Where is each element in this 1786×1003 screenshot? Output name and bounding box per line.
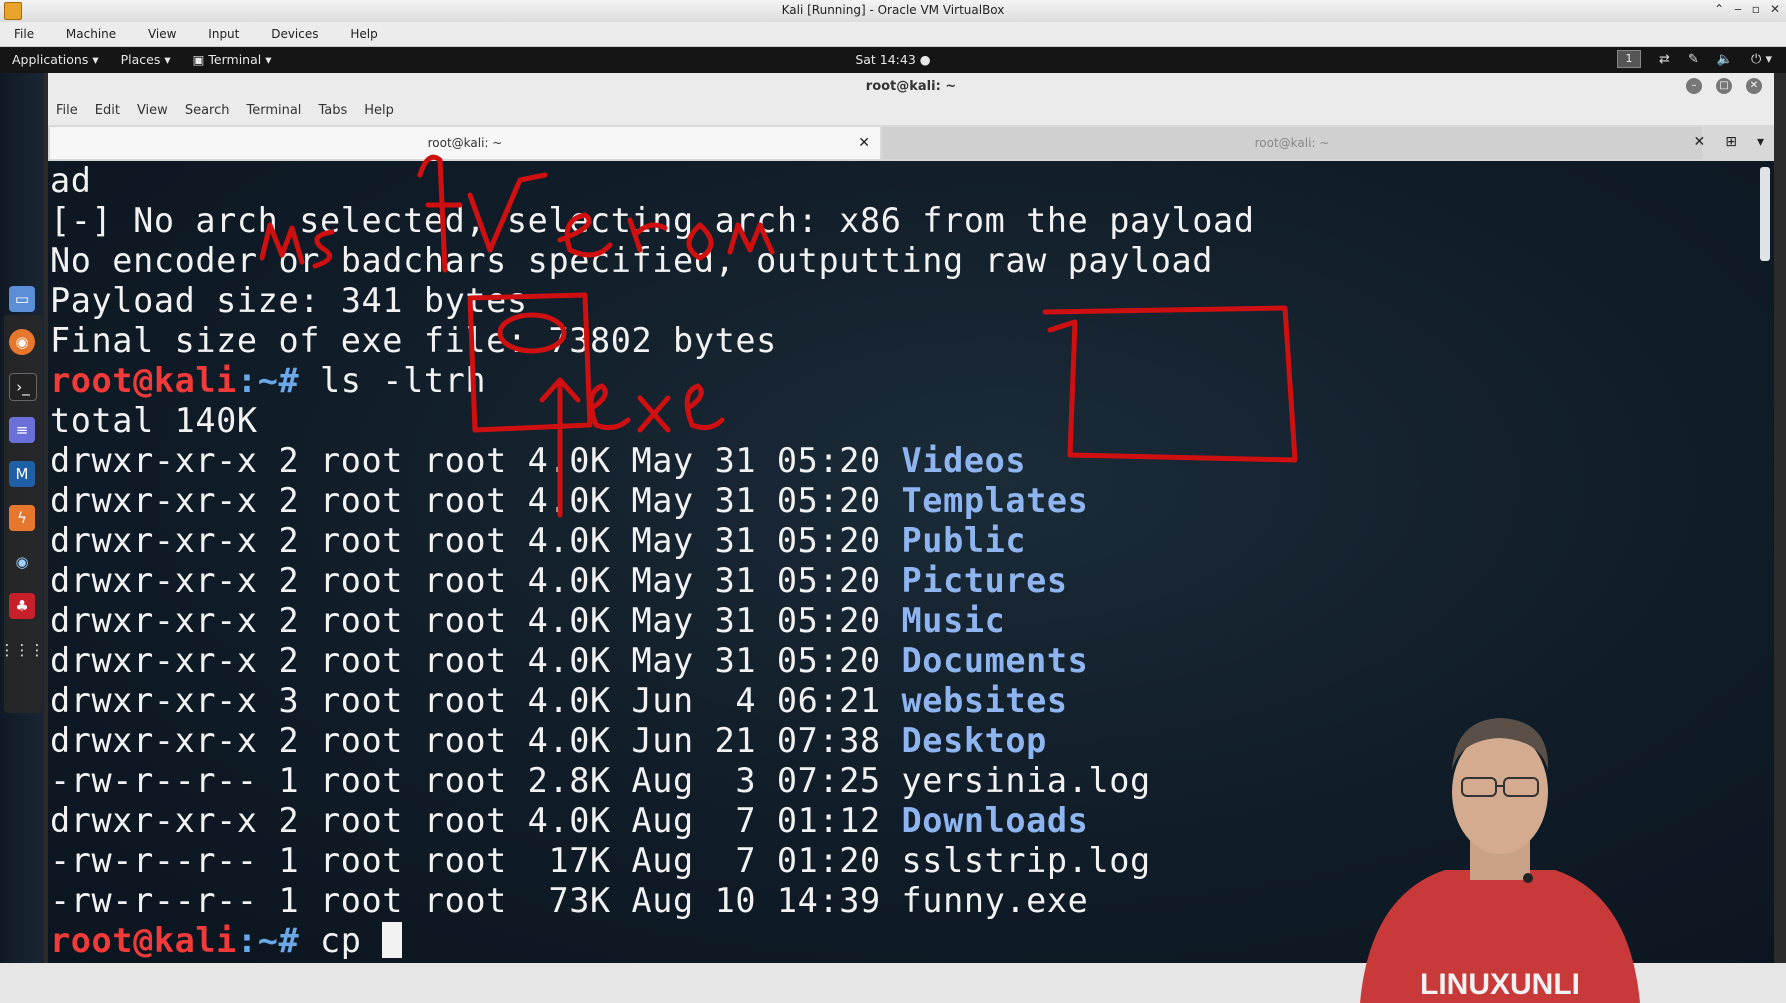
power-icon[interactable]: ⏻ ▾	[1751, 52, 1772, 67]
tab-active[interactable]: root@kali: ~ ✕	[50, 127, 880, 159]
menu-help[interactable]: Help	[350, 27, 377, 41]
listing-row: drwxr-xr-x 3 root root 4.0K Jun 4 06:21 …	[50, 681, 1068, 720]
maximize-icon[interactable]: □	[1716, 78, 1732, 94]
term-menu-file[interactable]: File	[56, 103, 78, 118]
workspace-indicator[interactable]: 1	[1617, 50, 1642, 68]
text-cursor	[382, 922, 403, 958]
output-line: ad	[50, 161, 92, 200]
maximize-icon[interactable]: ▫	[1752, 2, 1760, 16]
listing-row: drwxr-xr-x 2 root root 4.0K May 31 05:20…	[50, 481, 1089, 520]
prompt-path: :~#	[236, 921, 300, 960]
firefox-icon[interactable]: ◉	[9, 329, 35, 355]
metasploit-icon[interactable]: M	[9, 461, 35, 487]
output-line: [-] No arch selected, selecting arch: x8…	[50, 201, 1255, 240]
term-menu-view[interactable]: View	[137, 103, 168, 118]
output-line: No encoder or badchars specified, output…	[50, 241, 1214, 280]
menu-machine[interactable]: Machine	[66, 27, 116, 41]
minimize-icon[interactable]: ‒	[1734, 2, 1742, 16]
window-title: Kali [Running] - Oracle VM VirtualBox	[781, 3, 1005, 17]
listing-row: -rw-r--r-- 1 root root 73K Aug 10 14:39 …	[50, 881, 1089, 920]
close-icon[interactable]: ✕	[1770, 2, 1780, 16]
output-line: Payload size: 341 bytes	[50, 281, 528, 320]
terminal-header: root@kali: ~ – □ ✕ File Edit View Search…	[48, 73, 1774, 162]
listing-row: drwxr-xr-x 2 root root 4.0K May 31 05:20…	[50, 561, 1068, 600]
pen-icon[interactable]: ✎	[1688, 52, 1699, 67]
virtualbox-menubar: File Machine View Input Devices Help	[0, 22, 1786, 47]
tab-label: root@kali: ~	[1254, 136, 1330, 150]
text-editor-icon[interactable]: ≡	[9, 417, 35, 443]
term-menu-search[interactable]: Search	[185, 103, 230, 118]
tab-label: root@kali: ~	[427, 136, 503, 150]
tab-bar: root@kali: ~ ✕ root@kali: ~ ✕ ⊞ ▾	[48, 125, 1774, 161]
close-tab-icon[interactable]: ✕	[858, 127, 870, 159]
term-menu-edit[interactable]: Edit	[95, 103, 120, 118]
chevron-down-icon[interactable]: ▾	[1757, 134, 1764, 150]
eye-icon[interactable]: ◉	[9, 549, 35, 575]
output-line: total 140K	[50, 401, 258, 440]
listing-row: drwxr-xr-x 2 root root 4.0K May 31 05:20…	[50, 641, 1089, 680]
minimize-icon[interactable]: –	[1686, 78, 1702, 94]
show-apps-icon[interactable]: ⋮⋮⋮	[0, 637, 45, 663]
burpsuite-icon[interactable]: ϟ	[9, 505, 35, 531]
listing-row: -rw-r--r-- 1 root root 2.8K Aug 3 07:25 …	[50, 761, 1151, 800]
terminal-title: root@kali: ~	[865, 79, 957, 94]
listing-row: drwxr-xr-x 2 root root 4.0K May 31 05:20…	[50, 521, 1027, 560]
dock: ▭ ◉ ›_ ≡ M ϟ ◉ ♣ ⋮⋮⋮	[0, 73, 45, 963]
virtualbox-titlebar: Kali [Running] - Oracle VM VirtualBox ⌃ …	[0, 0, 1786, 23]
gnome-topbar: Applications ▾ Places ▾ ▣ Terminal ▾ Sat…	[0, 47, 1786, 73]
prompt-user: root@kali	[50, 361, 237, 400]
term-menu-help[interactable]: Help	[364, 103, 394, 118]
listing-row: drwxr-xr-x 2 root root 4.0K Aug 7 01:12 …	[50, 801, 1089, 840]
presenter-face	[1452, 730, 1548, 854]
volume-icon[interactable]: 🔈	[1717, 52, 1733, 67]
menu-input[interactable]: Input	[208, 27, 239, 41]
output-line: Final size of exe file: 73802 bytes	[50, 321, 777, 360]
network-icon[interactable]: ⇄	[1659, 52, 1670, 67]
close-icon[interactable]: ✕	[1746, 78, 1762, 94]
microphone-icon	[1523, 873, 1533, 883]
command: cp	[299, 921, 383, 960]
cherrytree-icon[interactable]: ♣	[9, 593, 35, 619]
prompt-user: root@kali	[50, 921, 237, 960]
chevron-up-icon[interactable]: ⌃	[1714, 2, 1724, 16]
command: ls -ltrh	[299, 361, 487, 400]
menu-file[interactable]: File	[14, 27, 34, 41]
listing-row: -rw-r--r-- 1 root root 17K Aug 7 01:20 s…	[50, 841, 1151, 880]
menu-devices[interactable]: Devices	[271, 27, 318, 41]
scrollbar[interactable]	[1760, 167, 1770, 261]
files-icon[interactable]: ▭	[9, 286, 35, 312]
new-tab-icon[interactable]: ⊞	[1725, 134, 1737, 150]
term-menu-terminal[interactable]: Terminal	[246, 103, 301, 118]
presenter-webcam: LINUXUNLI	[1360, 718, 1640, 1003]
clock[interactable]: Sat 14:43 ●	[0, 52, 1786, 67]
close-tab-icon[interactable]: ✕	[1694, 134, 1706, 150]
terminal-icon[interactable]: ›_	[9, 373, 37, 401]
listing-row: drwxr-xr-x 2 root root 4.0K Jun 21 07:38…	[50, 721, 1047, 760]
shirt-text: LINUXUNLI	[1420, 968, 1580, 1001]
tab-inactive[interactable]: root@kali: ~	[882, 127, 1702, 159]
menu-view[interactable]: View	[148, 27, 176, 41]
listing-row: drwxr-xr-x 2 root root 4.0K May 31 05:20…	[50, 441, 1027, 480]
terminal-output: ad [-] No arch selected, selecting arch:…	[50, 161, 1255, 961]
prompt-path: :~#	[236, 361, 300, 400]
listing-row: drwxr-xr-x 2 root root 4.0K May 31 05:20…	[50, 601, 1006, 640]
term-menu-tabs[interactable]: Tabs	[318, 103, 347, 118]
